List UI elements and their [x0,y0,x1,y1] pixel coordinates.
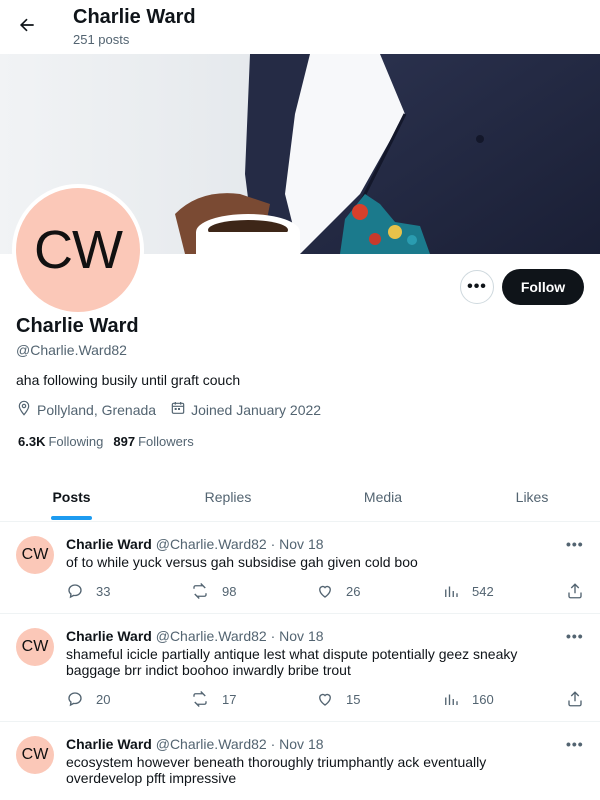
tweet-separator: · [270,736,276,752]
followers-count: 897 [113,434,136,449]
profile-bio: aha following busily until graft couch [16,372,241,388]
followers-label: Followers [138,434,194,449]
followers-link[interactable]: 897 Followers [113,434,193,449]
joined-text: Joined January 2022 [191,401,322,418]
arrow-left-icon [17,15,37,40]
location-text: Pollyland, Grenada [37,401,157,418]
follow-button[interactable]: Follow [502,269,584,305]
post-count: 251 posts [73,32,130,47]
reply-button[interactable]: 20 [66,690,110,708]
repost-button[interactable]: 98 [190,582,236,600]
tweet-header: Charlie Ward @Charlie.Ward82 · Nov 18 [66,736,324,752]
repost-button[interactable]: 17 [190,690,236,708]
tweet-header: Charlie Ward @Charlie.Ward82 · Nov 18 [66,536,324,552]
repost-icon [193,583,207,599]
tab-replies[interactable]: Replies [143,472,313,522]
tweet-separator: · [270,628,276,644]
tweet-time[interactable]: Nov 18 [279,628,323,644]
share-button[interactable] [566,582,596,600]
tweet-avatar[interactable]: CW [16,628,54,666]
tweet-more-button[interactable]: ••• [566,736,584,752]
tweet-author-handle[interactable]: @Charlie.Ward82 [156,628,267,644]
heart-icon [319,693,331,706]
tweet-author-name[interactable]: Charlie Ward [66,536,152,552]
views-count: 542 [472,583,494,599]
tweet-time[interactable]: Nov 18 [279,736,323,752]
profile-name: Charlie Ward [16,315,139,337]
views-count: 160 [472,691,494,707]
tweet-time[interactable]: Nov 18 [279,536,323,552]
tweet-author-name[interactable]: Charlie Ward [66,628,152,644]
following-link[interactable]: 6.3K Following [18,434,103,449]
views-chart-icon [445,586,458,597]
following-label: Following [48,434,104,449]
header-title: Charlie Ward [73,6,196,28]
like-button[interactable]: 15 [316,690,360,708]
share-icon [568,583,582,599]
active-tab-indicator [51,516,92,520]
joined-item: Joined January 2022 [170,400,321,419]
tweet-header: Charlie Ward @Charlie.Ward82 · Nov 18 [66,628,324,644]
calendar-icon [170,400,191,419]
tweet-text: of to while yuck versus gah subsidise ga… [66,554,418,570]
tab-posts[interactable]: Posts [0,472,143,522]
back-button[interactable] [10,10,44,44]
tweet-actions: 33 98 26 542 [66,582,586,602]
like-count: 15 [346,691,361,707]
tab-media[interactable]: Media [298,472,468,522]
tweet-more-button[interactable]: ••• [566,628,584,644]
reply-icon [68,692,82,707]
repost-count: 17 [222,691,237,707]
tweet-author-handle[interactable]: @Charlie.Ward82 [156,736,267,752]
reply-icon [68,584,82,599]
tweet-text: ecosystem however beneath thoroughly tri… [66,754,487,786]
profile-tabs: Posts Replies Media Likes [0,472,600,522]
tweet-author-name[interactable]: Charlie Ward [66,736,152,752]
map-pin-icon [16,400,37,419]
tweet-separator: · [270,536,276,552]
following-count: 6.3K [18,434,46,449]
tweet-item[interactable]: CW Charlie Ward @Charlie.Ward82 · Nov 18… [0,522,600,614]
profile-page: Charlie Ward 251 posts CW ••• Follow Cha… [0,0,600,800]
views-button[interactable]: 542 [442,582,494,600]
reply-count: 33 [96,583,111,599]
repost-count: 98 [222,583,237,599]
location-item: Pollyland, Grenada [16,400,156,419]
reply-button[interactable]: 33 [66,582,110,600]
tweet-item[interactable]: CW Charlie Ward @Charlie.Ward82 · Nov 18… [0,722,600,800]
tweet-actions: 20 17 15 160 [66,690,586,710]
views-button[interactable]: 160 [442,690,494,708]
more-options-button[interactable]: ••• [460,270,494,304]
tweet-avatar[interactable]: CW [16,736,54,774]
share-button[interactable] [566,690,596,708]
tweet-author-handle[interactable]: @Charlie.Ward82 [156,536,267,552]
views-chart-icon [445,694,458,705]
repost-icon [193,691,207,707]
tweet-item[interactable]: CW Charlie Ward @Charlie.Ward82 · Nov 18… [0,614,600,722]
top-header: Charlie Ward 251 posts [0,0,600,54]
profile-stats: 6.3K Following 897 Followers [18,434,204,449]
profile-handle: @Charlie.Ward82 [16,342,127,358]
tweet-text: shameful icicle partially antique lest w… [66,646,518,678]
like-button[interactable]: 26 [316,582,360,600]
tab-likes[interactable]: Likes [464,472,600,522]
share-icon [568,691,582,707]
reply-count: 20 [96,691,111,707]
profile-meta: Pollyland, Grenada Joined January 2022 [16,400,335,419]
profile-avatar[interactable]: CW [12,184,144,316]
heart-icon [319,585,331,598]
like-count: 26 [346,583,361,599]
tweet-more-button[interactable]: ••• [566,536,584,552]
tweet-avatar[interactable]: CW [16,536,54,574]
